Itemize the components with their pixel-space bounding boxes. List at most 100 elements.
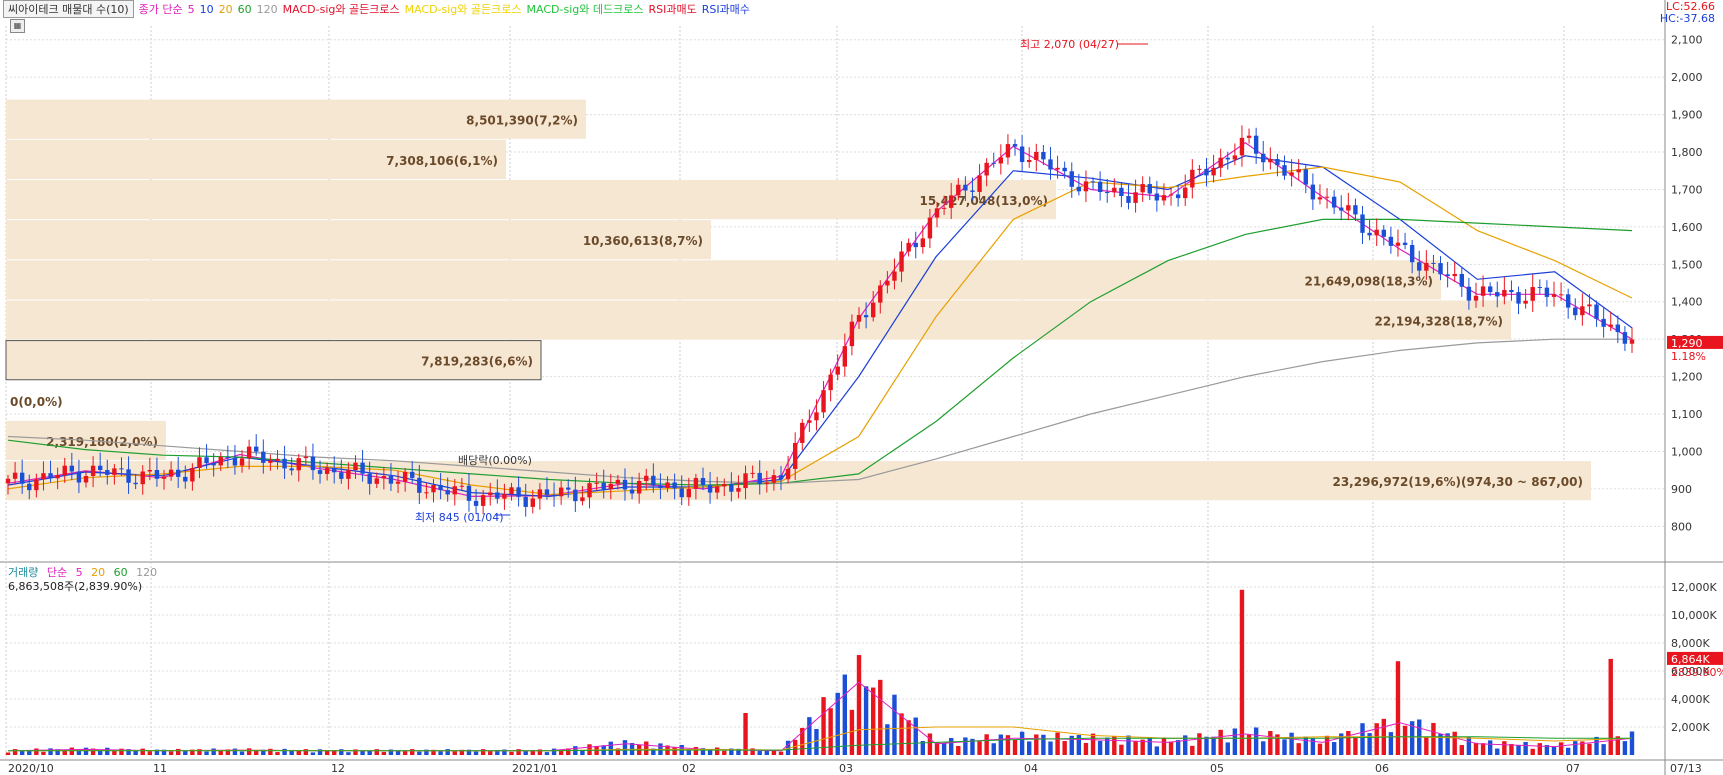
volume-bar [1324, 735, 1330, 755]
volume-bar [814, 729, 819, 755]
volume-bar [1353, 737, 1358, 755]
candle-body [324, 467, 330, 474]
candle-body [892, 271, 897, 281]
candle-body [1445, 274, 1450, 277]
chart-title[interactable]: 씨아이테크 매물대 수(10) [3, 0, 134, 18]
volume-bar [1211, 736, 1216, 755]
candle-body [636, 480, 642, 494]
volume-bar [977, 741, 982, 755]
y-tick-label: 1,600 [1671, 221, 1703, 234]
candle-body [332, 467, 337, 473]
volume-bar [332, 750, 337, 755]
volume-bar [183, 751, 188, 755]
candle-body [1289, 172, 1294, 176]
candle-body [431, 485, 436, 493]
candle-body [807, 420, 812, 423]
candle-body [268, 460, 273, 463]
volume-tick-label: 4,000K [1671, 693, 1710, 706]
chart-legend: 씨아이테크 매물대 수(10) 종가 단순 5 10 20 60 120 MAC… [3, 0, 755, 18]
candle-body [1041, 151, 1046, 160]
candle-body [1487, 286, 1493, 293]
candle-body [168, 469, 174, 477]
candle-body [488, 492, 493, 496]
candle-body [204, 457, 209, 464]
y-tick-label: 1,000 [1671, 445, 1703, 458]
volume-bar [232, 748, 238, 755]
candle-body [367, 473, 372, 484]
volume-bar [1530, 748, 1535, 755]
candle-body [849, 321, 855, 347]
candle-body [1076, 186, 1082, 192]
candle-body [1409, 244, 1415, 263]
volume-bar [1452, 731, 1457, 755]
candle-body [1473, 295, 1479, 301]
volume-bar [1317, 743, 1323, 755]
volume-bar [644, 741, 649, 755]
candle-body [566, 487, 571, 490]
volume-bar [282, 748, 287, 755]
volume-bar [1253, 727, 1259, 755]
grid-toggle-button[interactable]: ▦ [10, 19, 25, 33]
volume-bar [402, 751, 408, 755]
candle-body [1523, 300, 1528, 304]
y-tick-label: 1,700 [1671, 183, 1703, 196]
stock-chart[interactable]: 2020/10 11 12 2021/01 02 03 04 05 06 07 07/13 800 90… [0, 0, 1723, 775]
volume-bar [743, 713, 748, 755]
volume-profile-label: 15,427,048(13,0%) [919, 194, 1048, 208]
candle-body [1544, 287, 1550, 297]
y-tick-label: 900 [1671, 483, 1692, 496]
volume-bar [147, 751, 153, 755]
dividend-annotation: 배당락(0.00%) [458, 454, 532, 467]
candle-body [1424, 262, 1429, 271]
volume-bar [211, 748, 216, 755]
candle-body [1197, 168, 1202, 170]
candle-body [1580, 306, 1585, 316]
ma-period-20: 20 [218, 2, 233, 16]
candle-body [1324, 196, 1330, 198]
candle-body [1594, 304, 1599, 319]
candle-body [551, 494, 557, 497]
volume-bar [899, 713, 904, 755]
candle-body [410, 471, 415, 478]
candle-body [1239, 137, 1245, 156]
candle-body [700, 478, 706, 486]
y-tick-label: 2,100 [1671, 34, 1703, 47]
volume-bar [856, 655, 862, 755]
candle-body [573, 489, 578, 502]
volume-bar [778, 751, 784, 755]
candle-body [97, 465, 103, 471]
candle-body [69, 465, 75, 472]
x-tick-label: 06 [1375, 762, 1389, 775]
candle-body [601, 482, 606, 490]
candle-body [743, 473, 748, 489]
candle-body [1551, 294, 1557, 297]
candle-body [927, 217, 933, 239]
volume-profile-band [6, 300, 1511, 340]
candle-body [1459, 273, 1464, 287]
volume-bar [1239, 589, 1245, 755]
candle-body [1097, 181, 1103, 193]
candle-body [1019, 146, 1025, 163]
candle-body [388, 476, 394, 484]
volume-bar [1083, 742, 1089, 755]
candle-body [516, 487, 521, 497]
candle-body [1225, 157, 1230, 160]
y-tick-label: 1,800 [1671, 146, 1703, 159]
candle-body [176, 469, 181, 477]
volume-bar [1459, 745, 1464, 755]
candle-body [1317, 197, 1323, 200]
candle-body [948, 195, 954, 208]
candle-body [76, 471, 82, 483]
volume-bar [1629, 731, 1635, 755]
volume-bar [1537, 743, 1543, 755]
candle-body [5, 478, 11, 484]
volume-bar [1097, 740, 1103, 755]
volume-bar [1466, 736, 1472, 755]
volume-bar [1041, 734, 1046, 755]
volume-bar [537, 749, 543, 755]
candle-body [1154, 193, 1160, 201]
volume-bar [1048, 741, 1053, 755]
candle-body [12, 472, 18, 479]
volume-bar [757, 751, 762, 755]
volume-bar [1551, 746, 1557, 755]
